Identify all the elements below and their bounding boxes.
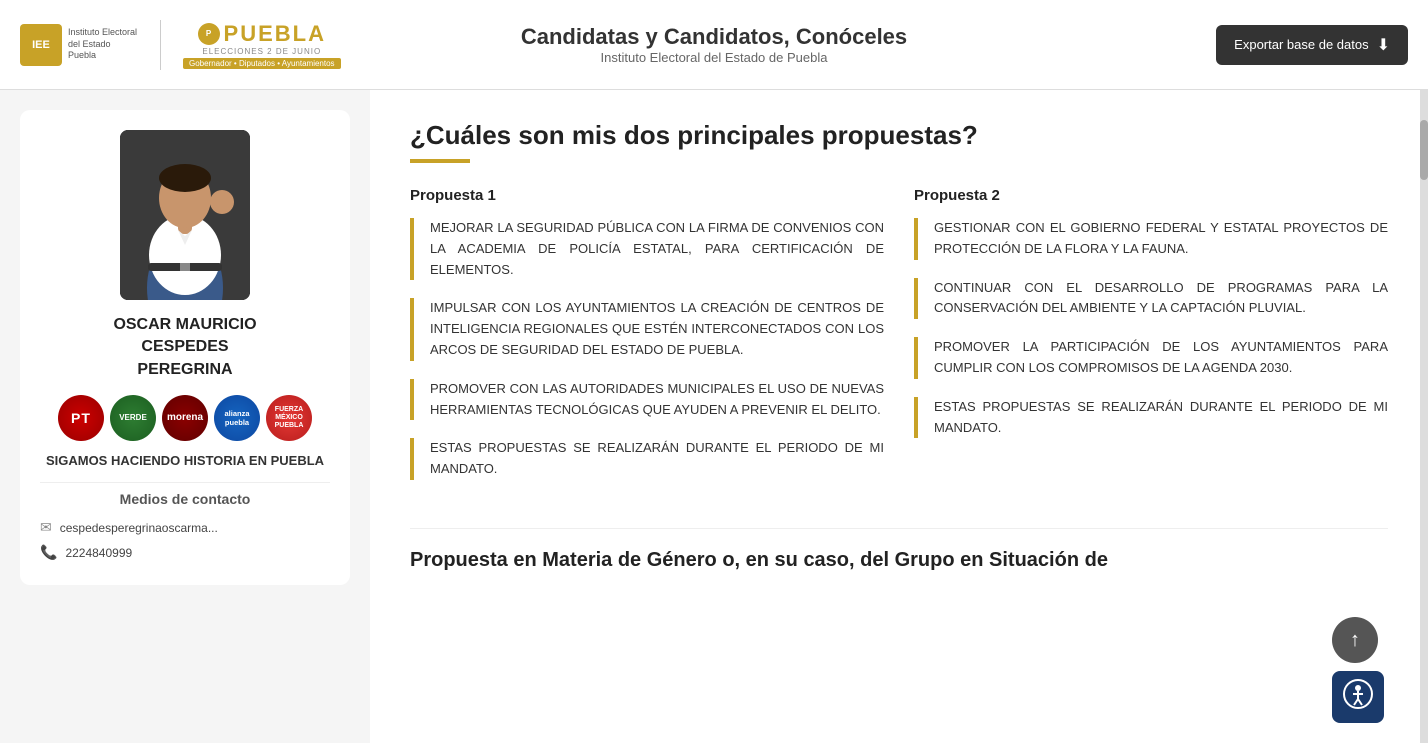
logo-divider bbox=[160, 20, 161, 70]
contact-email-row: ✉ cespedesperegrinaoscarma... bbox=[40, 515, 330, 540]
scroll-top-icon: ↑ bbox=[1350, 629, 1360, 652]
accessibility-button[interactable] bbox=[1332, 671, 1384, 723]
proposal2-item-1: GESTIONAR CON EL GOBIERNO FEDERAL Y ESTA… bbox=[914, 218, 1388, 260]
party-alianza-badge: alianzapuebla bbox=[214, 395, 260, 441]
party-logos: PT VERDE morena alianzapuebla FUERZAMÉXI… bbox=[58, 395, 312, 441]
proposals-title: ¿Cuáles son mis dos principales propuest… bbox=[410, 120, 1388, 151]
proposal2-label: Propuesta 2 bbox=[914, 187, 1388, 204]
export-button[interactable]: Exportar base de datos ⬇ bbox=[1216, 25, 1408, 65]
scroll-top-button[interactable]: ↑ bbox=[1332, 617, 1378, 663]
proposal2-text-4: ESTAS PROPUESTAS SE REALIZARÁN DURANTE E… bbox=[934, 397, 1388, 439]
puebla-election-badge: Gobernador • Diputados • Ayuntamientos bbox=[183, 58, 341, 69]
candidate-slogan: SIGAMOS HACIENDO HISTORIA EN PUEBLA bbox=[46, 453, 324, 468]
party-pt-badge: PT bbox=[58, 395, 104, 441]
scroll-thumb bbox=[1420, 120, 1428, 180]
proposal2-text-2: CONTINUAR CON EL DESARROLLO DE PROGRAMAS… bbox=[934, 278, 1388, 320]
proposal2-item-3: PROMOVER LA PARTICIPACIÓN DE LOS AYUNTAM… bbox=[914, 337, 1388, 379]
phone-icon: 📞 bbox=[40, 544, 57, 561]
proposal1-item-2: IMPULSAR CON LOS AYUNTAMIENTOS LA CREACI… bbox=[410, 298, 884, 360]
contact-phone: 2224840999 bbox=[65, 546, 132, 560]
proposal1-text-3: PROMOVER CON LAS AUTORIDADES MUNICIPALES… bbox=[430, 379, 884, 421]
header-center: Candidatas y Candidatos, Conóceles Insti… bbox=[521, 24, 907, 65]
puebla-circle-icon: P bbox=[198, 23, 220, 45]
puebla-election-date: ELECCIONES 2 DE JUNIO bbox=[202, 47, 321, 56]
iee-label: Instituto Electoral del Estado Puebla bbox=[68, 27, 138, 62]
export-label: Exportar base de datos bbox=[1234, 37, 1368, 52]
proposal1-text-2: IMPULSAR CON LOS AYUNTAMIENTOS LA CREACI… bbox=[430, 298, 884, 360]
proposal2-text-1: GESTIONAR CON EL GOBIERNO FEDERAL Y ESTA… bbox=[934, 218, 1388, 260]
party-morena-badge: morena bbox=[162, 395, 208, 441]
title-underline bbox=[410, 159, 470, 163]
candidate-name: OSCAR MAURICIOCESPEDESPEREGRINA bbox=[113, 314, 256, 381]
iee-box-icon: IEE bbox=[20, 24, 62, 66]
proposals-grid: Propuesta 1 MEJORAR LA SEGURIDAD PÚBLICA… bbox=[410, 187, 1388, 498]
accessibility-icon bbox=[1343, 679, 1373, 716]
candidate-card: OSCAR MAURICIOCESPEDESPEREGRINA PT VERDE… bbox=[20, 110, 350, 585]
proposal2-text-3: PROMOVER LA PARTICIPACIÓN DE LOS AYUNTAM… bbox=[934, 337, 1388, 379]
email-icon: ✉ bbox=[40, 519, 52, 536]
proposal1-item-1: MEJORAR LA SEGURIDAD PÚBLICA CON LA FIRM… bbox=[410, 218, 884, 280]
page-header: IEE Instituto Electoral del Estado Puebl… bbox=[0, 0, 1428, 90]
page-title: Candidatas y Candidatos, Conóceles bbox=[521, 24, 907, 50]
puebla-name: PUEBLA bbox=[224, 21, 326, 47]
scrollbar[interactable] bbox=[1420, 90, 1428, 743]
proposal2-item-2: CONTINUAR CON EL DESARROLLO DE PROGRAMAS… bbox=[914, 278, 1388, 320]
proposal1-text-1: MEJORAR LA SEGURIDAD PÚBLICA CON LA FIRM… bbox=[430, 218, 884, 280]
proposal1-text-4: ESTAS PROPUESTAS SE REALIZARÁN DURANTE E… bbox=[430, 438, 884, 480]
sidebar: OSCAR MAURICIOCESPEDESPEREGRINA PT VERDE… bbox=[0, 90, 370, 743]
candidate-photo bbox=[120, 130, 250, 300]
export-icon: ⬇ bbox=[1377, 35, 1390, 55]
party-fuerza-badge: FUERZAMÉXICOPUEBLA bbox=[266, 395, 312, 441]
contact-title: Medios de contacto bbox=[40, 482, 330, 515]
main-layout: OSCAR MAURICIOCESPEDESPEREGRINA PT VERDE… bbox=[0, 90, 1428, 743]
main-content: ¿Cuáles son mis dos principales propuest… bbox=[370, 90, 1428, 743]
proposal1-item-3: PROMOVER CON LAS AUTORIDADES MUNICIPALES… bbox=[410, 379, 884, 421]
proposal1-item-4: ESTAS PROPUESTAS SE REALIZARÁN DURANTE E… bbox=[410, 438, 884, 480]
page-subtitle: Instituto Electoral del Estado de Puebla bbox=[521, 50, 907, 65]
next-section-title: Propuesta en Materia de Género o, en su … bbox=[410, 528, 1388, 572]
proposal2-column: Propuesta 2 GESTIONAR CON EL GOBIERNO FE… bbox=[914, 187, 1388, 498]
contact-phone-row: 📞 2224840999 bbox=[40, 540, 330, 565]
logo-puebla: P PUEBLA ELECCIONES 2 DE JUNIO Gobernado… bbox=[183, 21, 341, 69]
logo-iee: IEE Instituto Electoral del Estado Puebl… bbox=[20, 24, 138, 66]
proposal1-column: Propuesta 1 MEJORAR LA SEGURIDAD PÚBLICA… bbox=[410, 187, 884, 498]
party-verde-badge: VERDE bbox=[110, 395, 156, 441]
proposal2-item-4: ESTAS PROPUESTAS SE REALIZARÁN DURANTE E… bbox=[914, 397, 1388, 439]
contact-section: Medios de contacto ✉ cespedesperegrinaos… bbox=[40, 482, 330, 565]
iee-icon-text: IEE bbox=[32, 39, 50, 51]
proposal1-label: Propuesta 1 bbox=[410, 187, 884, 204]
logo-group: IEE Instituto Electoral del Estado Puebl… bbox=[20, 20, 341, 70]
contact-email: cespedesperegrinaoscarma... bbox=[60, 521, 218, 535]
